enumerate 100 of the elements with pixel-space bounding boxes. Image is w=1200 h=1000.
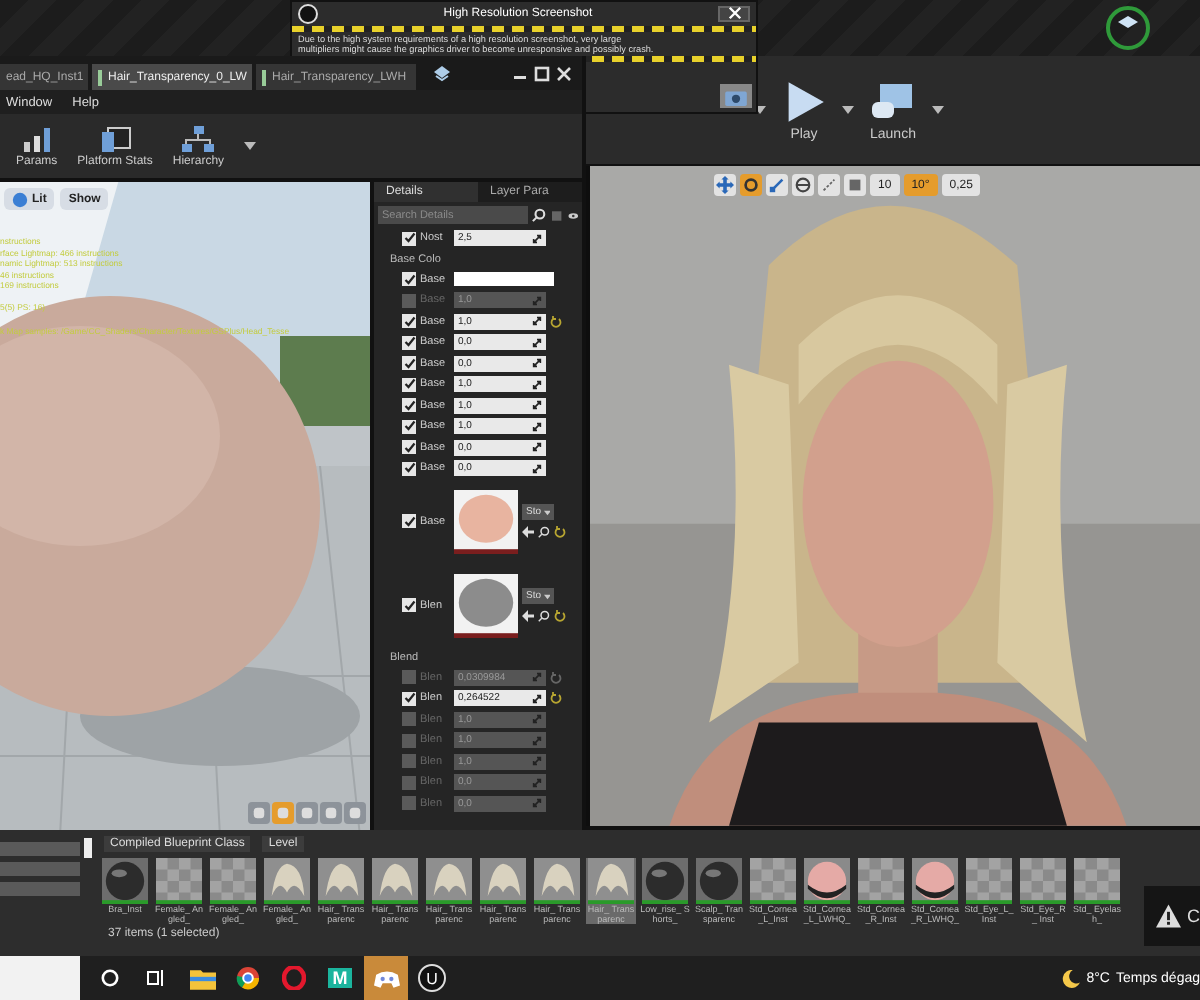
reset-icon[interactable] bbox=[550, 315, 562, 328]
hair-thumbnail bbox=[426, 858, 472, 905]
capture-button[interactable] bbox=[720, 84, 752, 108]
checkbox[interactable] bbox=[402, 670, 416, 685]
checkbox[interactable] bbox=[402, 335, 416, 350]
window-logo-icon bbox=[432, 64, 452, 84]
bar-chart-icon bbox=[20, 125, 53, 153]
toast-text: C bbox=[1187, 906, 1200, 926]
caret-icon bbox=[543, 593, 550, 599]
checkbox[interactable] bbox=[402, 775, 416, 790]
hair-thumbnail bbox=[534, 858, 580, 905]
moon-icon bbox=[1062, 969, 1081, 988]
hair-thumbnail bbox=[480, 858, 526, 905]
drag-arrows-icon bbox=[532, 735, 542, 746]
checker-thumbnail bbox=[1074, 858, 1120, 905]
drag-arrows-icon bbox=[532, 463, 542, 474]
drag-arrows-icon bbox=[532, 756, 542, 767]
checkbox[interactable] bbox=[402, 314, 416, 329]
checkbox[interactable] bbox=[402, 440, 416, 455]
checker-thumbnail bbox=[210, 858, 256, 905]
drag-arrows-icon bbox=[532, 316, 542, 327]
drag-arrows-icon bbox=[532, 233, 542, 244]
hair-thumbnail bbox=[588, 858, 634, 905]
drag-arrows-icon bbox=[532, 400, 542, 411]
sphere-icon bbox=[12, 191, 28, 207]
scrollbar-thumb[interactable] bbox=[84, 838, 92, 859]
checkbox[interactable] bbox=[402, 419, 416, 434]
checkbox[interactable] bbox=[402, 712, 416, 727]
hair-thumbnail bbox=[372, 858, 418, 905]
drag-arrows-icon bbox=[532, 421, 542, 432]
checkbox[interactable] bbox=[402, 754, 416, 769]
checker-thumbnail bbox=[156, 858, 202, 905]
search-icon[interactable] bbox=[538, 526, 550, 538]
hierarchy-icon bbox=[182, 125, 215, 153]
close-icon[interactable] bbox=[554, 66, 574, 82]
drag-arrows-icon bbox=[532, 442, 542, 453]
checkbox[interactable] bbox=[402, 398, 416, 413]
drag-arrows-icon bbox=[532, 798, 542, 809]
drag-arrows-icon bbox=[532, 379, 542, 390]
sphere-thumbnail bbox=[102, 858, 148, 905]
globe-icon[interactable] bbox=[792, 174, 814, 197]
grid-icon[interactable] bbox=[844, 174, 866, 197]
checkbox[interactable] bbox=[402, 461, 416, 476]
checkbox[interactable] bbox=[402, 691, 416, 706]
checkbox[interactable] bbox=[402, 514, 416, 528]
checker-thumbnail bbox=[1020, 858, 1066, 905]
search-icon bbox=[100, 968, 120, 989]
checkbox[interactable] bbox=[402, 231, 416, 246]
checkbox[interactable] bbox=[402, 598, 416, 612]
rotate-icon[interactable] bbox=[740, 174, 762, 197]
search-icon[interactable] bbox=[532, 208, 546, 222]
checkbox[interactable] bbox=[402, 733, 416, 748]
sphere-thumbnail bbox=[642, 858, 688, 905]
monitor-icon bbox=[870, 79, 915, 124]
sphere-thumbnail bbox=[912, 858, 958, 905]
folder-icon bbox=[189, 967, 215, 990]
hair-thumbnail bbox=[318, 858, 364, 905]
drag-arrows-icon bbox=[532, 714, 542, 725]
color-swatch[interactable] bbox=[454, 272, 554, 287]
maximize-icon[interactable] bbox=[532, 66, 552, 82]
eye-icon[interactable] bbox=[567, 209, 578, 221]
caret-icon bbox=[543, 509, 550, 515]
hair-thumbnail bbox=[264, 858, 310, 905]
checker-thumbnail bbox=[966, 858, 1012, 905]
checkbox[interactable] bbox=[402, 293, 416, 308]
scale-icon[interactable] bbox=[766, 174, 788, 197]
ring-icon bbox=[282, 966, 306, 991]
reset-icon[interactable] bbox=[550, 692, 562, 705]
drag-arrows-icon bbox=[532, 777, 542, 788]
taskbar-app[interactable]: U bbox=[410, 956, 454, 1000]
close-icon bbox=[727, 6, 741, 20]
drag-arrows-icon bbox=[532, 693, 542, 704]
warning-icon bbox=[1156, 904, 1181, 928]
move-icon[interactable] bbox=[714, 174, 736, 197]
caret-icon[interactable] bbox=[244, 142, 257, 150]
notification-icon[interactable] bbox=[1104, 3, 1152, 52]
checkbox[interactable] bbox=[402, 356, 416, 371]
logo-icon: U bbox=[418, 964, 446, 993]
wheel-icon bbox=[236, 966, 260, 991]
task-view-icon bbox=[146, 968, 166, 989]
checkbox[interactable] bbox=[402, 796, 416, 811]
reset-icon[interactable] bbox=[554, 610, 566, 622]
sphere-thumbnail bbox=[696, 858, 742, 905]
checkbox[interactable] bbox=[402, 272, 416, 287]
arrow-left-icon[interactable] bbox=[522, 526, 534, 538]
search-icon[interactable] bbox=[538, 610, 550, 622]
reset-icon[interactable] bbox=[550, 671, 562, 684]
monitor-icon bbox=[99, 125, 132, 153]
reset-icon[interactable] bbox=[554, 526, 566, 538]
controller-icon bbox=[373, 967, 399, 990]
checker-thumbnail bbox=[750, 858, 796, 905]
checkbox[interactable] bbox=[402, 377, 416, 392]
caret-icon[interactable] bbox=[842, 106, 854, 115]
drag-arrows-icon bbox=[532, 358, 542, 369]
drag-arrows-icon bbox=[532, 672, 542, 683]
close-button[interactable] bbox=[718, 5, 750, 21]
camera-icon bbox=[724, 87, 748, 105]
checker-thumbnail bbox=[858, 858, 904, 905]
arrow-left-icon[interactable] bbox=[522, 610, 534, 622]
caret-icon[interactable] bbox=[931, 106, 944, 115]
